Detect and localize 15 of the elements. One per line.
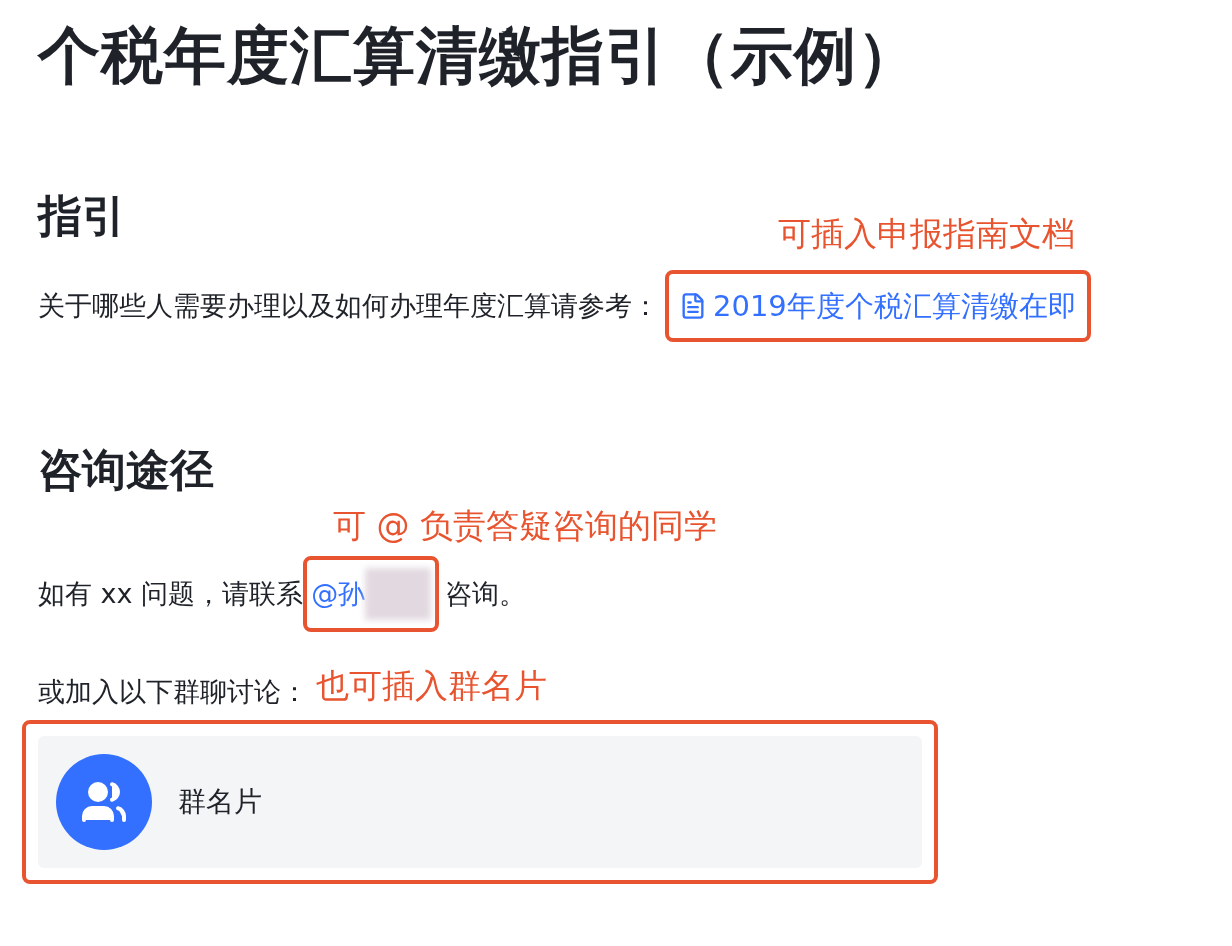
group-card[interactable]: 群名片 [38,736,922,868]
paragraph-text: 如有 xx 问题，请联系 [38,577,304,611]
annotation: 可 @ 负责答疑咨询的同学 [333,505,717,547]
group-name: 群名片 [178,784,262,820]
annotation: 可插入申报指南文档 [778,213,1075,255]
mention-link[interactable]: @孙 [311,574,366,614]
redacted-blur [365,568,432,620]
section-heading: 咨询途径 [38,443,214,497]
annotation: 也可插入群名片 [316,665,547,707]
paragraph-text: 或加入以下群聊讨论： [38,675,308,709]
paragraph: 关于哪些人需要办理以及如何办理年度汇算请参考： [38,289,659,323]
paragraph-text: 咨询。 [445,577,527,611]
document-link[interactable]: 2019年度个税汇算清缴在即 [679,286,1077,326]
document-title: 个税年度汇算清缴指引（示例） [38,18,920,94]
section-heading: 指引 [38,189,126,243]
